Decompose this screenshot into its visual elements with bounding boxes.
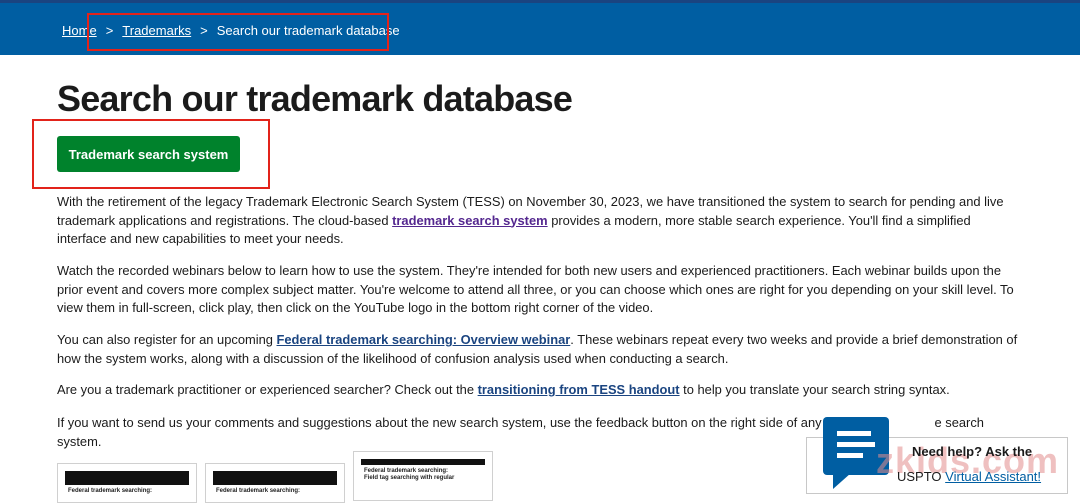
trademark-search-system-button[interactable]: Trademark search system <box>57 136 240 172</box>
annotation-highlight-breadcrumb <box>87 13 389 51</box>
video-thumbnail-1[interactable]: Federal trademark searching: <box>57 463 197 503</box>
virtual-assistant-link[interactable]: Virtual Assistant! <box>945 469 1041 484</box>
register-paragraph: You can also register for an upcoming Fe… <box>57 331 1022 368</box>
video-frame <box>65 471 189 485</box>
overview-webinar-link[interactable]: Federal trademark searching: Overview we… <box>277 332 571 347</box>
page-title: Search our trademark database <box>57 78 573 119</box>
transitioning-from-tess-link[interactable]: transitioning from TESS handout <box>478 382 680 397</box>
help-prompt: Need help? Ask the <box>912 444 1033 459</box>
help-prefix: USPTO <box>897 469 946 484</box>
intro-paragraph: With the retirement of the legacy Tradem… <box>57 193 1022 249</box>
video-title: Federal trademark searching: <box>364 468 449 474</box>
video-frame <box>361 459 485 465</box>
paragraph-text: Are you a trademark practitioner or expe… <box>57 382 478 397</box>
video-frame <box>213 471 337 485</box>
paragraph-text: You can also register for an upcoming <box>57 332 277 347</box>
help-assistant-line: USPTO Virtual Assistant! <box>897 469 1041 484</box>
handout-paragraph: Are you a trademark practitioner or expe… <box>57 381 1022 400</box>
paragraph-text: If you want to send us your comments and… <box>57 415 840 430</box>
paragraph-text: to help you translate your search string… <box>679 382 950 397</box>
webinars-paragraph: Watch the recorded webinars below to lea… <box>57 263 1014 315</box>
trademark-search-system-link[interactable]: trademark search system <box>392 213 548 228</box>
video-subtitle: Field tag searching with regular <box>364 475 455 481</box>
video-thumbnail-2[interactable]: Federal trademark searching: <box>205 463 345 503</box>
